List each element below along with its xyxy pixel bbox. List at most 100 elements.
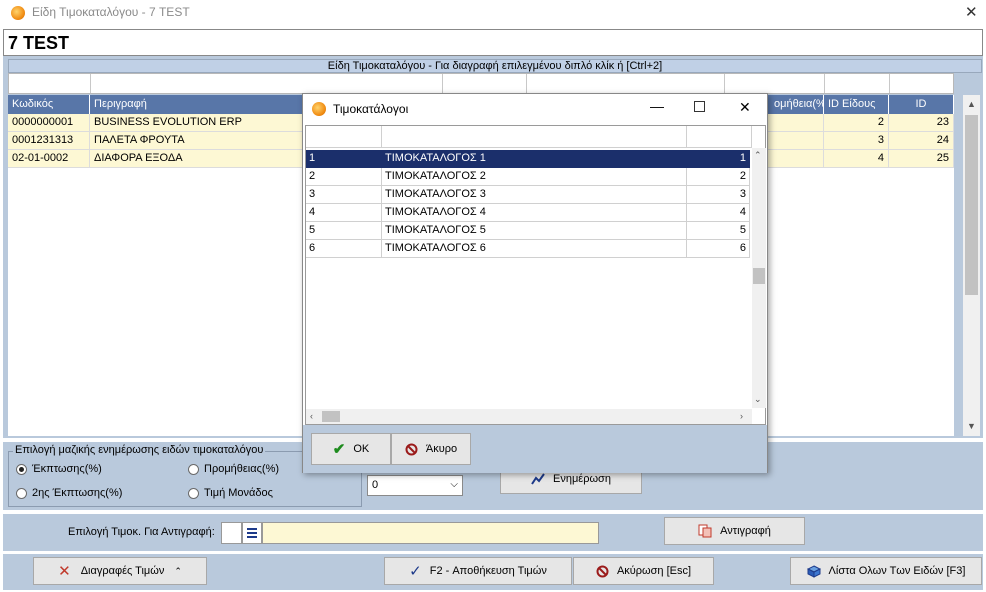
list-item[interactable]: 2 ΤΙΜΟΚΑΤΑΛΟΓΟΣ 2 2 bbox=[306, 168, 765, 186]
window-title: Είδη Τιμοκαταλόγου - 7 TEST bbox=[32, 5, 190, 19]
trend-icon bbox=[531, 473, 545, 485]
grid-vertical-scrollbar[interactable]: ▲ ▼ bbox=[963, 95, 980, 436]
cell-id-eidous: 4 bbox=[824, 150, 889, 168]
scroll-thumb[interactable] bbox=[965, 115, 978, 295]
list-item[interactable]: 4 ΤΙΜΟΚΑΤΑΛΟΓΟΣ 4 4 bbox=[306, 204, 765, 222]
cancel-label: Ακύρωση [Esc] bbox=[616, 565, 692, 577]
scroll-left-icon[interactable]: ‹ bbox=[310, 411, 313, 421]
page-title-box: 7 TEST bbox=[3, 29, 983, 56]
list-item-num: 5 bbox=[306, 222, 382, 240]
copy-button[interactable]: Αντιγραφή bbox=[664, 517, 805, 545]
delete-prices-button[interactable]: ✕ Διαγραφές Τιμών ⌃ bbox=[33, 557, 207, 585]
dialog-close-icon[interactable]: ✕ bbox=[739, 99, 751, 116]
dialog-filter-n[interactable] bbox=[306, 126, 382, 148]
filter-col4[interactable] bbox=[527, 74, 725, 93]
box-icon bbox=[806, 564, 821, 578]
radio-commission-label: Προμήθειας(%) bbox=[204, 463, 280, 475]
list-item-id: 4 bbox=[687, 204, 750, 222]
ok-label: OK bbox=[353, 443, 370, 455]
dialog-filter-id[interactable] bbox=[687, 126, 752, 148]
list-item[interactable]: 1 ΤΙΜΟΚΑΤΑΛΟΓΟΣ 1 1 bbox=[306, 150, 765, 168]
filter-code[interactable] bbox=[9, 74, 91, 93]
dialog-hscroll-thumb[interactable] bbox=[322, 411, 340, 422]
cancel-icon bbox=[596, 565, 609, 577]
cell-id: 23 bbox=[889, 114, 954, 132]
save-prices-label: F2 - Αποθήκευση Τιμών bbox=[429, 565, 547, 577]
dialog-title: Τιμοκατάλογοι bbox=[333, 102, 409, 116]
dialog-footer: ✔ OK Άκυρο bbox=[303, 425, 767, 473]
delete-x-icon: ✕ bbox=[58, 563, 71, 580]
cell-code: 0000000001 bbox=[8, 114, 90, 132]
filter-col5[interactable] bbox=[725, 74, 825, 93]
list-item-id: 3 bbox=[687, 186, 750, 204]
save-prices-button[interactable]: ✓ F2 - Αποθήκευση Τιμών bbox=[384, 557, 572, 585]
copy-name-field[interactable] bbox=[262, 522, 599, 544]
price-lists-dialog: Τιμοκατάλογοι — ✕ 1 ΤΙΜΟΚΑΤΑΛΟΓΟΣ 1 1 2 … bbox=[302, 93, 768, 473]
radio-discount-label: Έκπτωσης(%) bbox=[32, 463, 102, 475]
price-lists-grid: 1 ΤΙΜΟΚΑΤΑΛΟΓΟΣ 1 1 2 ΤΙΜΟΚΑΤΑΛΟΓΟΣ 2 2 … bbox=[305, 125, 766, 425]
list-item-num: 3 bbox=[306, 186, 382, 204]
cell-id-eidous: 3 bbox=[824, 132, 889, 150]
radio-discount[interactable]: Έκπτωσης(%) bbox=[16, 463, 102, 475]
radio-icon bbox=[188, 487, 199, 499]
list-item-name: ΤΙΜΟΚΑΤΑΛΟΓΟΣ 5 bbox=[382, 222, 687, 240]
all-items-list-button[interactable]: Λίστα Ολων Των Ειδών [F3] bbox=[790, 557, 982, 585]
radio-unit-price[interactable]: Τιμή Μονάδος bbox=[188, 487, 273, 499]
dialog-vertical-scrollbar[interactable]: ⌃ ⌄ bbox=[752, 148, 766, 408]
list-item-id: 6 bbox=[687, 240, 750, 258]
list-item[interactable]: 5 ΤΙΜΟΚΑΤΑΛΟΓΟΣ 5 5 bbox=[306, 222, 765, 240]
scroll-up-icon[interactable]: ▲ bbox=[967, 99, 976, 109]
scroll-right-icon[interactable]: › bbox=[740, 411, 743, 421]
col-code-header[interactable]: Κωδικός bbox=[8, 95, 90, 114]
list-item[interactable]: 6 ΤΙΜΟΚΑΤΑΛΟΓΟΣ 6 6 bbox=[306, 240, 765, 258]
value-combo[interactable]: 0 ⌵ bbox=[367, 475, 463, 496]
filter-id-eidous[interactable] bbox=[825, 74, 890, 93]
dialog-horizontal-scrollbar[interactable]: ‹ › bbox=[306, 409, 752, 424]
scroll-down-icon[interactable]: ⌄ bbox=[754, 394, 762, 405]
checkmark-icon: ✓ bbox=[409, 563, 422, 580]
col-id-header[interactable]: ID bbox=[889, 95, 954, 114]
minimize-icon[interactable]: — bbox=[650, 98, 664, 114]
radio-commission[interactable]: Προμήθειας(%) bbox=[188, 463, 279, 475]
radio-second-discount-label: 2ης Έκπτωσης(%) bbox=[32, 487, 123, 499]
chevron-down-icon: ⌵ bbox=[450, 479, 458, 490]
copy-icon bbox=[698, 524, 712, 538]
filter-desc[interactable] bbox=[91, 74, 443, 93]
scroll-up-icon[interactable]: ⌃ bbox=[754, 150, 762, 161]
list-item-name: ΤΙΜΟΚΑΤΑΛΟΓΟΣ 3 bbox=[382, 186, 687, 204]
close-icon[interactable]: ✕ bbox=[965, 3, 978, 21]
delete-prices-label: Διαγραφές Τιμών bbox=[80, 565, 165, 577]
list-item-name: ΤΙΜΟΚΑΤΑΛΟΓΟΣ 1 bbox=[382, 150, 687, 168]
cancel-button[interactable]: Ακύρωση [Esc] bbox=[573, 557, 714, 585]
list-item[interactable]: 3 ΤΙΜΟΚΑΤΑΛΟΓΟΣ 3 3 bbox=[306, 186, 765, 204]
copy-label: Επιλογή Τιμοκ. Για Αντιγραφή: bbox=[68, 526, 215, 538]
mass-update-legend: Επιλογή μαζικής ενημέρωσης ειδών τιμοκατ… bbox=[13, 444, 266, 456]
cell-id: 25 bbox=[889, 150, 954, 168]
page-title: 7 TEST bbox=[8, 33, 70, 53]
dialog-scroll-thumb[interactable] bbox=[753, 268, 765, 284]
list-item-num: 4 bbox=[306, 204, 382, 222]
maximize-icon[interactable] bbox=[694, 101, 705, 112]
col-id-eidous-header[interactable]: ID Είδους bbox=[824, 95, 889, 114]
list-item-id: 1 bbox=[687, 150, 750, 168]
copy-code-input[interactable] bbox=[221, 522, 242, 544]
filter-col3[interactable] bbox=[443, 74, 527, 93]
dialog-cancel-button[interactable]: Άκυρο bbox=[391, 433, 471, 465]
radio-icon bbox=[16, 487, 27, 499]
copy-button-label: Αντιγραφή bbox=[720, 525, 771, 537]
ok-button[interactable]: ✔ OK bbox=[311, 433, 391, 465]
list-item-name: ΤΙΜΟΚΑΤΑΛΟΓΟΣ 6 bbox=[382, 240, 687, 258]
radio-icon bbox=[188, 463, 199, 475]
list-picker-icon[interactable] bbox=[242, 522, 262, 544]
value-combo-text: 0 bbox=[372, 479, 379, 491]
dialog-filter-name[interactable] bbox=[382, 126, 687, 148]
dialog-titlebar: Τιμοκατάλογοι — ✕ bbox=[303, 94, 767, 124]
window-titlebar: Είδη Τιμοκαταλόγου - 7 TEST ✕ bbox=[0, 0, 986, 26]
radio-second-discount[interactable]: 2ης Έκπτωσης(%) bbox=[16, 487, 122, 499]
list-item-id: 5 bbox=[687, 222, 750, 240]
cell-id-eidous: 2 bbox=[824, 114, 889, 132]
scroll-down-icon[interactable]: ▼ bbox=[967, 421, 976, 431]
list-item-id: 2 bbox=[687, 168, 750, 186]
filter-id[interactable] bbox=[890, 74, 953, 93]
list-item-name: ΤΙΜΟΚΑΤΑΛΟΓΟΣ 4 bbox=[382, 204, 687, 222]
